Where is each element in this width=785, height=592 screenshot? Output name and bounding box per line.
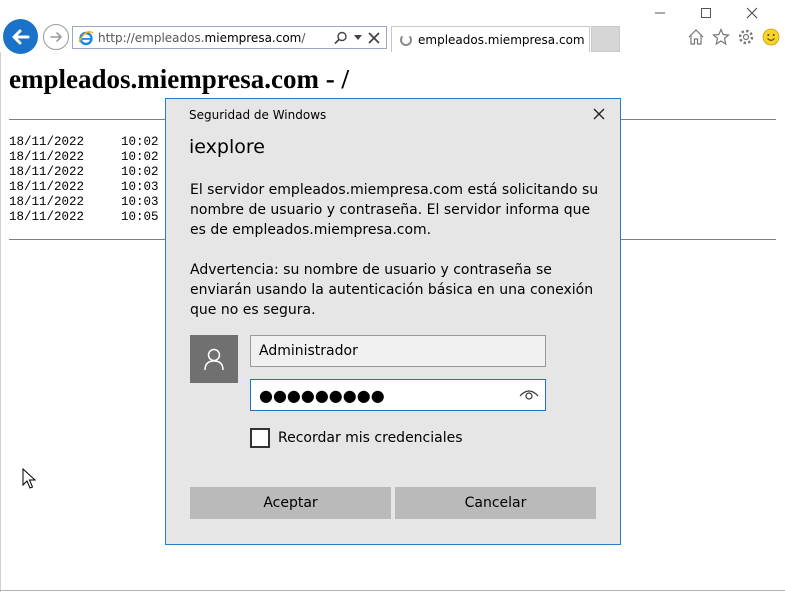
mouse-cursor-icon (22, 468, 36, 489)
new-tab-button[interactable] (591, 26, 620, 52)
password-field[interactable]: ●●●●●●●●● (250, 379, 546, 411)
accept-button[interactable]: Aceptar (190, 487, 391, 519)
cancel-button[interactable]: Cancelar (395, 487, 596, 519)
tab-title: empleados.miempresa.com (418, 32, 585, 47)
user-icon (204, 348, 224, 371)
page-frame-bottom (0, 590, 785, 591)
url-host: miempresa.com (204, 30, 302, 45)
credentials-dialog: Seguridad de Windows iexplore El servido… (165, 98, 621, 545)
page-title: empleados.miempresa.com - / (9, 64, 349, 94)
list-item: 18/11/2022 10:05 (9, 210, 159, 224)
arrow-left-icon (12, 29, 29, 44)
avatar (190, 335, 238, 383)
username-value: Administrador (259, 343, 358, 359)
dialog-message: El servidor empleados.miempresa.com está… (190, 182, 599, 238)
forward-button[interactable] (43, 24, 69, 50)
page-frame-border (0, 52, 1, 592)
list-item: 18/11/2022 10:02 (9, 150, 159, 164)
ie-logo-icon (78, 30, 94, 45)
loading-spinner-icon (400, 33, 412, 46)
close-icon[interactable] (729, 4, 775, 22)
remember-label: Recordar mis credenciales (278, 430, 463, 446)
settings-gear-icon[interactable] (736, 27, 756, 47)
toolbar-icons (686, 27, 781, 47)
list-item: 18/11/2022 10:03 (9, 195, 159, 209)
remember-credentials-row[interactable]: Recordar mis credenciales (250, 428, 463, 448)
remember-checkbox[interactable] (250, 428, 270, 448)
password-value: ●●●●●●●●● (259, 385, 385, 405)
dialog-close-button[interactable] (590, 105, 608, 123)
stop-icon[interactable] (368, 31, 380, 44)
dialog-warning: Advertencia: su nombre de usuario y cont… (190, 262, 594, 318)
home-icon[interactable] (686, 27, 706, 47)
search-icon[interactable] (334, 31, 348, 45)
list-item: 18/11/2022 10:03 (9, 180, 159, 194)
arrow-right-icon (50, 32, 62, 42)
address-bar[interactable]: http://empleados.miempresa.com/ (72, 26, 387, 49)
dialog-caption: Seguridad de Windows (189, 108, 327, 122)
tab-active[interactable]: empleados.miempresa.com (391, 26, 590, 52)
favorites-star-icon[interactable] (711, 27, 731, 47)
directory-listing: 18/11/2022 10:02 18/11/2022 10:02 18/11/20… (9, 135, 159, 225)
maximize-icon[interactable] (683, 4, 729, 22)
dialog-heading: iexplore (189, 136, 265, 158)
chevron-down-icon[interactable] (354, 34, 362, 41)
close-icon (593, 108, 605, 120)
username-field[interactable]: Administrador (250, 335, 546, 367)
window-controls (637, 4, 775, 22)
minimize-icon[interactable] (637, 4, 683, 22)
reveal-password-icon[interactable] (519, 388, 539, 402)
list-item: 18/11/2022 10:02 (9, 135, 159, 149)
url-text[interactable]: http://empleados.miempresa.com/ (98, 31, 334, 45)
back-button[interactable] (3, 19, 38, 54)
list-item: 18/11/2022 10:02 (9, 165, 159, 179)
smiley-feedback-icon[interactable] (761, 27, 781, 47)
